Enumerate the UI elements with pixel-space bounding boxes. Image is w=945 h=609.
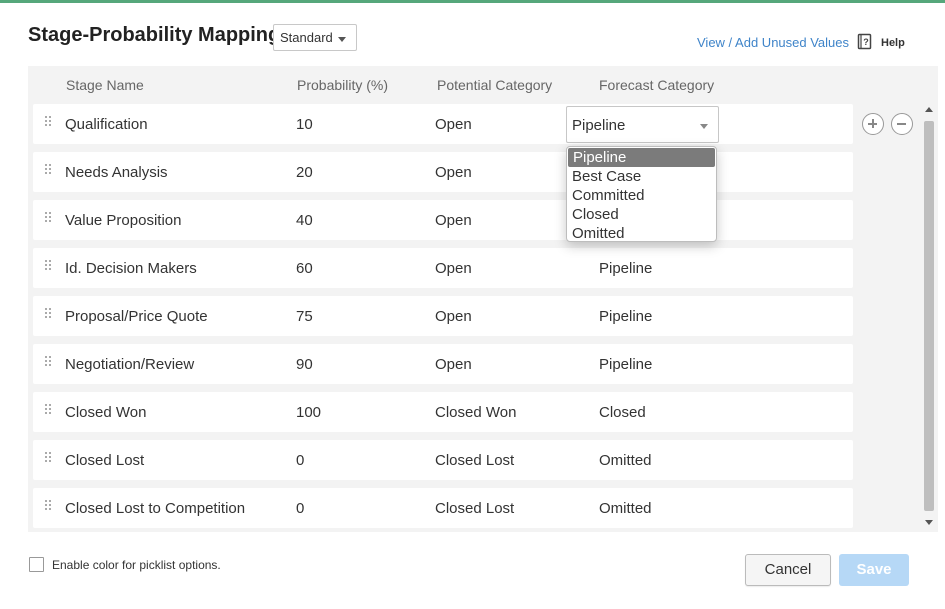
add-row-icon[interactable] bbox=[862, 113, 884, 135]
stage-name: Closed Lost to Competition bbox=[65, 500, 246, 517]
scroll-down-arrow-icon[interactable] bbox=[925, 520, 933, 525]
probability-value: 75 bbox=[296, 308, 313, 325]
drag-handle-icon[interactable] bbox=[45, 452, 51, 464]
drag-handle-icon[interactable] bbox=[45, 500, 51, 512]
dropdown-option-omitted[interactable]: Omitted bbox=[567, 224, 716, 241]
potential-category: Closed Lost bbox=[435, 452, 515, 469]
potential-category: Open bbox=[435, 260, 472, 277]
caret-down-icon bbox=[338, 37, 346, 42]
forecast-category: Pipeline bbox=[599, 308, 653, 325]
cancel-button[interactable]: Cancel bbox=[745, 554, 831, 586]
table-row[interactable]: Id. Decision Makers 60 Open Pipeline bbox=[33, 248, 853, 288]
help-label: Help bbox=[881, 37, 905, 49]
table-header: Stage Name Probability (%) Potential Cat… bbox=[28, 66, 848, 104]
column-header-forecast-category: Forecast Category bbox=[599, 77, 715, 93]
stage-name: Qualification bbox=[65, 116, 148, 133]
table-row[interactable]: Closed Lost to Competition 0 Closed Lost… bbox=[33, 488, 853, 528]
forecast-category: Closed bbox=[599, 404, 646, 421]
drag-handle-icon[interactable] bbox=[45, 404, 51, 416]
column-header-stage-name: Stage Name bbox=[66, 77, 144, 93]
help-button[interactable]: ? Help bbox=[857, 33, 905, 50]
mapping-table: Stage Name Probability (%) Potential Cat… bbox=[28, 66, 938, 532]
drag-handle-icon[interactable] bbox=[45, 164, 51, 176]
potential-category: Open bbox=[435, 116, 472, 133]
dropdown-option-pipeline[interactable]: Pipeline bbox=[568, 148, 715, 167]
layout-select[interactable]: Standard bbox=[273, 24, 357, 51]
potential-category: Open bbox=[435, 308, 472, 325]
column-header-probability: Probability (%) bbox=[297, 77, 389, 93]
caret-down-icon bbox=[700, 124, 708, 129]
forecast-category: Omitted bbox=[599, 452, 652, 469]
layout-select-value: Standard bbox=[280, 30, 333, 45]
forecast-category-dropdown: Pipeline Best Case Committed Closed Omit… bbox=[566, 146, 717, 242]
table-row[interactable]: Needs Analysis 20 Open bbox=[33, 152, 853, 192]
view-add-unused-values-link[interactable]: View / Add Unused Values bbox=[697, 35, 849, 50]
stage-name: Closed Won bbox=[65, 404, 147, 421]
enable-color-option: Enable color for picklist options. bbox=[29, 557, 221, 572]
forecast-category: Omitted bbox=[599, 500, 652, 517]
table-row[interactable]: Proposal/Price Quote 75 Open Pipeline bbox=[33, 296, 853, 336]
table-row[interactable]: Closed Lost 0 Closed Lost Omitted bbox=[33, 440, 853, 480]
probability-value: 10 bbox=[296, 116, 313, 133]
remove-row-icon[interactable] bbox=[891, 113, 913, 135]
scrollbar-thumb[interactable] bbox=[924, 121, 934, 511]
table-row[interactable]: Negotiation/Review 90 Open Pipeline bbox=[33, 344, 853, 384]
save-button[interactable]: Save bbox=[839, 554, 909, 586]
stage-name: Negotiation/Review bbox=[65, 356, 195, 373]
forecast-category-select[interactable]: Pipeline bbox=[566, 106, 719, 143]
drag-handle-icon[interactable] bbox=[45, 116, 51, 128]
potential-category: Open bbox=[435, 164, 472, 181]
enable-color-checkbox[interactable] bbox=[29, 557, 44, 572]
stage-name: Value Proposition bbox=[65, 212, 182, 229]
vertical-scrollbar[interactable] bbox=[922, 105, 936, 528]
table-row[interactable]: Value Proposition 40 Open bbox=[33, 200, 853, 240]
column-header-potential-category: Potential Category bbox=[437, 77, 553, 93]
page-title: Stage-Probability Mapping bbox=[28, 24, 281, 46]
stage-name: Needs Analysis bbox=[65, 164, 168, 181]
potential-category: Open bbox=[435, 356, 472, 373]
drag-handle-icon[interactable] bbox=[45, 308, 51, 320]
probability-value: 40 bbox=[296, 212, 313, 229]
top-accent-bar bbox=[0, 0, 945, 3]
drag-handle-icon[interactable] bbox=[45, 356, 51, 368]
probability-value: 20 bbox=[296, 164, 313, 181]
drag-handle-icon[interactable] bbox=[45, 260, 51, 272]
forecast-category: Pipeline bbox=[599, 356, 653, 373]
enable-color-label: Enable color for picklist options. bbox=[52, 557, 221, 572]
probability-value: 60 bbox=[296, 260, 313, 277]
stage-name: Closed Lost bbox=[65, 452, 145, 469]
potential-category: Closed Won bbox=[435, 404, 517, 421]
probability-value: 0 bbox=[296, 500, 305, 517]
dropdown-option-committed[interactable]: Committed bbox=[567, 186, 716, 205]
probability-value: 90 bbox=[296, 356, 313, 373]
help-book-icon: ? bbox=[857, 33, 873, 50]
stage-name: Id. Decision Makers bbox=[65, 260, 197, 277]
svg-text:?: ? bbox=[863, 37, 869, 47]
dropdown-option-closed[interactable]: Closed bbox=[567, 205, 716, 224]
drag-handle-icon[interactable] bbox=[45, 212, 51, 224]
probability-value: 100 bbox=[296, 404, 322, 421]
potential-category: Closed Lost bbox=[435, 500, 515, 517]
forecast-select-value: Pipeline bbox=[572, 117, 626, 134]
probability-value: 0 bbox=[296, 452, 305, 469]
scroll-up-arrow-icon[interactable] bbox=[925, 107, 933, 112]
stage-name: Proposal/Price Quote bbox=[65, 308, 208, 325]
forecast-category: Pipeline bbox=[599, 260, 653, 277]
potential-category: Open bbox=[435, 212, 472, 229]
table-row[interactable]: Qualification 10 Open bbox=[33, 104, 853, 144]
dropdown-option-best-case[interactable]: Best Case bbox=[567, 167, 716, 186]
table-row[interactable]: Closed Won 100 Closed Won Closed bbox=[33, 392, 853, 432]
